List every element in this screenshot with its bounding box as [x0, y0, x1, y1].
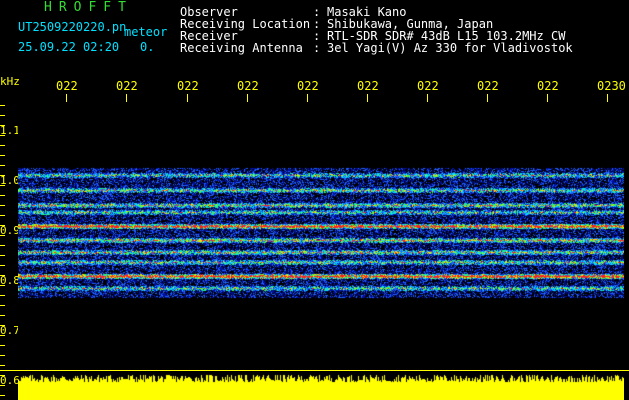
- freq-tick-mark: [0, 165, 5, 166]
- freq-tick-mark: [0, 185, 5, 186]
- time-tick-label: 022: [56, 79, 78, 93]
- freq-tick-mark: [0, 115, 5, 116]
- freq-tick-mark: [0, 355, 5, 356]
- freq-tick-mark: [0, 345, 5, 346]
- time-tick-mark: [187, 94, 188, 102]
- freq-unit-label: kHz: [0, 75, 20, 88]
- freq-tick-mark: [0, 315, 5, 316]
- spectrogram: [18, 100, 624, 370]
- app-title: HROFFT: [44, 0, 133, 15]
- freq-tick-mark: [0, 215, 5, 216]
- info-colon: :: [313, 41, 321, 55]
- datetime: 25.09.22 02:20: [18, 40, 120, 54]
- freq-tick-mark: [0, 225, 5, 226]
- freq-tick-mark: [0, 275, 5, 276]
- freq-tick-mark: [0, 365, 5, 366]
- freq-tick-mark: [0, 245, 5, 246]
- time-tick-mark: [247, 94, 248, 102]
- freq-tick-mark: [0, 375, 5, 376]
- time-tick-label: 022: [477, 79, 499, 93]
- time-tick-label: 022: [116, 79, 138, 93]
- time-tick-mark: [66, 94, 67, 102]
- time-tick-label: 022: [177, 79, 199, 93]
- freq-tick-mark: [0, 105, 5, 106]
- freq-tick-mark: [0, 255, 5, 256]
- time-tick-label: 022: [417, 79, 439, 93]
- time-tick-mark: [427, 94, 428, 102]
- time-tick-label: 022: [237, 79, 259, 93]
- time-tick-label: 022: [297, 79, 319, 93]
- file-name: UT2509220220.pn: [18, 20, 127, 34]
- meteor-label: meteor: [124, 25, 168, 39]
- time-tick-mark: [487, 94, 488, 102]
- meteor-count: 0.: [140, 40, 155, 54]
- info-label-antenna: Receiving Antenna: [180, 41, 303, 55]
- freq-tick-mark: [0, 335, 5, 336]
- time-tick-label: 022: [537, 79, 559, 93]
- freq-tick-mark: [0, 235, 5, 236]
- freq-tick-mark: [0, 155, 5, 156]
- freq-tick-mark: [0, 295, 5, 296]
- freq-tick-mark: [0, 205, 5, 206]
- freq-tick-mark: [0, 385, 5, 386]
- freq-tick-mark: [0, 265, 5, 266]
- time-tick-mark: [126, 94, 127, 102]
- freq-tick-mark: [0, 325, 5, 326]
- freq-tick-mark: [0, 285, 5, 286]
- info-value-antenna: 3el Yagi(V) Az 330 for Vladivostok: [327, 41, 573, 55]
- time-tick-mark: [547, 94, 548, 102]
- time-tick-mark: [607, 94, 608, 102]
- time-tick-mark: [367, 94, 368, 102]
- time-tick-mark: [307, 94, 308, 102]
- freq-tick-mark: [0, 175, 5, 176]
- meteor-baseline: [0, 370, 629, 371]
- freq-tick-mark: [0, 135, 5, 136]
- freq-tick-mark: [0, 145, 5, 146]
- freq-tick-mark: [0, 125, 5, 126]
- freq-tick-mark: [0, 195, 5, 196]
- meteor-signal-bar: [18, 372, 624, 400]
- time-tick-label: 0230: [597, 79, 626, 93]
- freq-tick-mark: [0, 305, 5, 306]
- freq-tick-mark: [0, 395, 5, 396]
- time-tick-label: 022: [357, 79, 379, 93]
